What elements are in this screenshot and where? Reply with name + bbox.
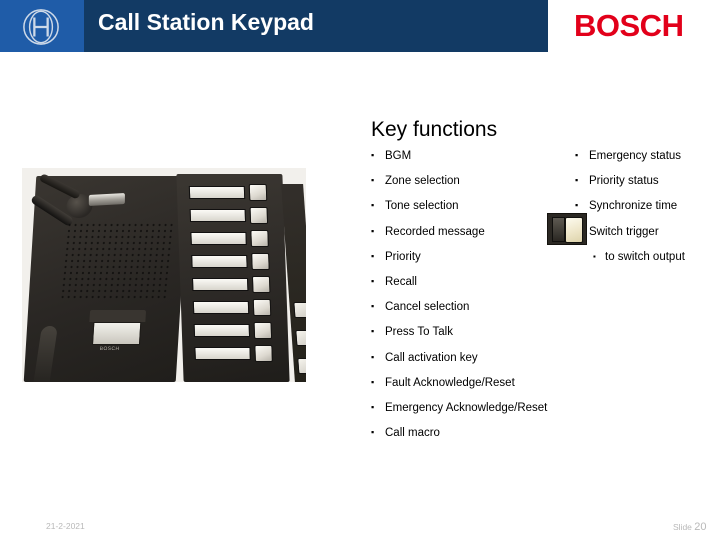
display-screen (91, 322, 142, 345)
key-cap (253, 322, 273, 339)
page-title: Call Station Keypad (98, 9, 314, 35)
list-item: Fault Acknowledge/Reset (371, 376, 611, 390)
list-item: Call activation key (371, 351, 611, 365)
keypad-row (193, 322, 273, 339)
slide-heading: Key functions (371, 118, 498, 141)
header-underline (0, 52, 720, 56)
list-item: Call macro (371, 426, 611, 440)
key-label-strip (191, 255, 248, 268)
keypad-extension-body: BOSCH (176, 174, 290, 382)
keypad-row (191, 253, 270, 270)
key-label-strip (189, 209, 247, 222)
switch-module-keycap (565, 217, 583, 243)
list-item: Recall (371, 275, 611, 289)
key-cap (297, 358, 306, 374)
key-label-strip (193, 324, 251, 337)
list-item: Switch trigger (589, 225, 659, 238)
key-cap (250, 230, 269, 247)
switch-module-slot (552, 217, 565, 242)
display-hood (89, 310, 147, 322)
header-bar: Call Station Keypad BOSCH (0, 0, 720, 52)
keypad-row (190, 230, 269, 247)
list-item: Emergency status (575, 149, 720, 163)
footer-date: 21-2-2021 (46, 521, 85, 531)
keypad-row (192, 299, 272, 316)
list-item: Synchronize time (575, 199, 720, 213)
key-cap (251, 253, 270, 270)
microphone-stem (38, 173, 82, 200)
stand-side (32, 326, 58, 382)
key-label-strip (194, 347, 251, 360)
keypad-row (188, 184, 268, 201)
call-station-body: BOSCH (23, 173, 189, 382)
key-label-strip (190, 232, 247, 245)
key-cap (293, 302, 306, 318)
brand-panel: BOSCH (548, 0, 720, 52)
key-cap (252, 299, 272, 316)
key-cap (251, 276, 271, 293)
list-item: Press To Talk (371, 325, 611, 339)
footer-slide-indicator: Slide 20 (673, 521, 707, 533)
key-cap (249, 207, 269, 224)
list-item: Cancel selection (371, 300, 611, 314)
logo-block (0, 0, 84, 52)
bosch-emblem-icon (23, 9, 59, 45)
list-item: Emergency Acknowledge/Reset (371, 401, 611, 415)
call-station-keypad-photo: BOSCH (22, 168, 306, 382)
list-item-sub: to switch output (575, 250, 720, 264)
key-cap (248, 184, 268, 201)
device-brand-left: BOSCH (99, 346, 120, 352)
microphone-toggle-lever (88, 193, 125, 206)
keypad-row (189, 207, 269, 224)
keypad-row (192, 276, 271, 293)
bosch-wordmark: BOSCH (574, 8, 684, 43)
footer-slide-number: 20 (694, 521, 707, 533)
list-item: Priority status (575, 174, 720, 188)
switch-key-module-thumbnail (547, 213, 587, 245)
key-functions-list-secondary: Emergency status Priority status Synchro… (575, 149, 720, 276)
key-label-strip (192, 278, 249, 291)
key-cap (254, 345, 273, 362)
speaker-grille (59, 222, 175, 300)
keypad-row (194, 345, 273, 362)
footer-slide-label: Slide (673, 522, 692, 532)
key-label-strip (192, 301, 250, 314)
key-cap (295, 330, 306, 346)
key-label-strip (188, 186, 246, 199)
